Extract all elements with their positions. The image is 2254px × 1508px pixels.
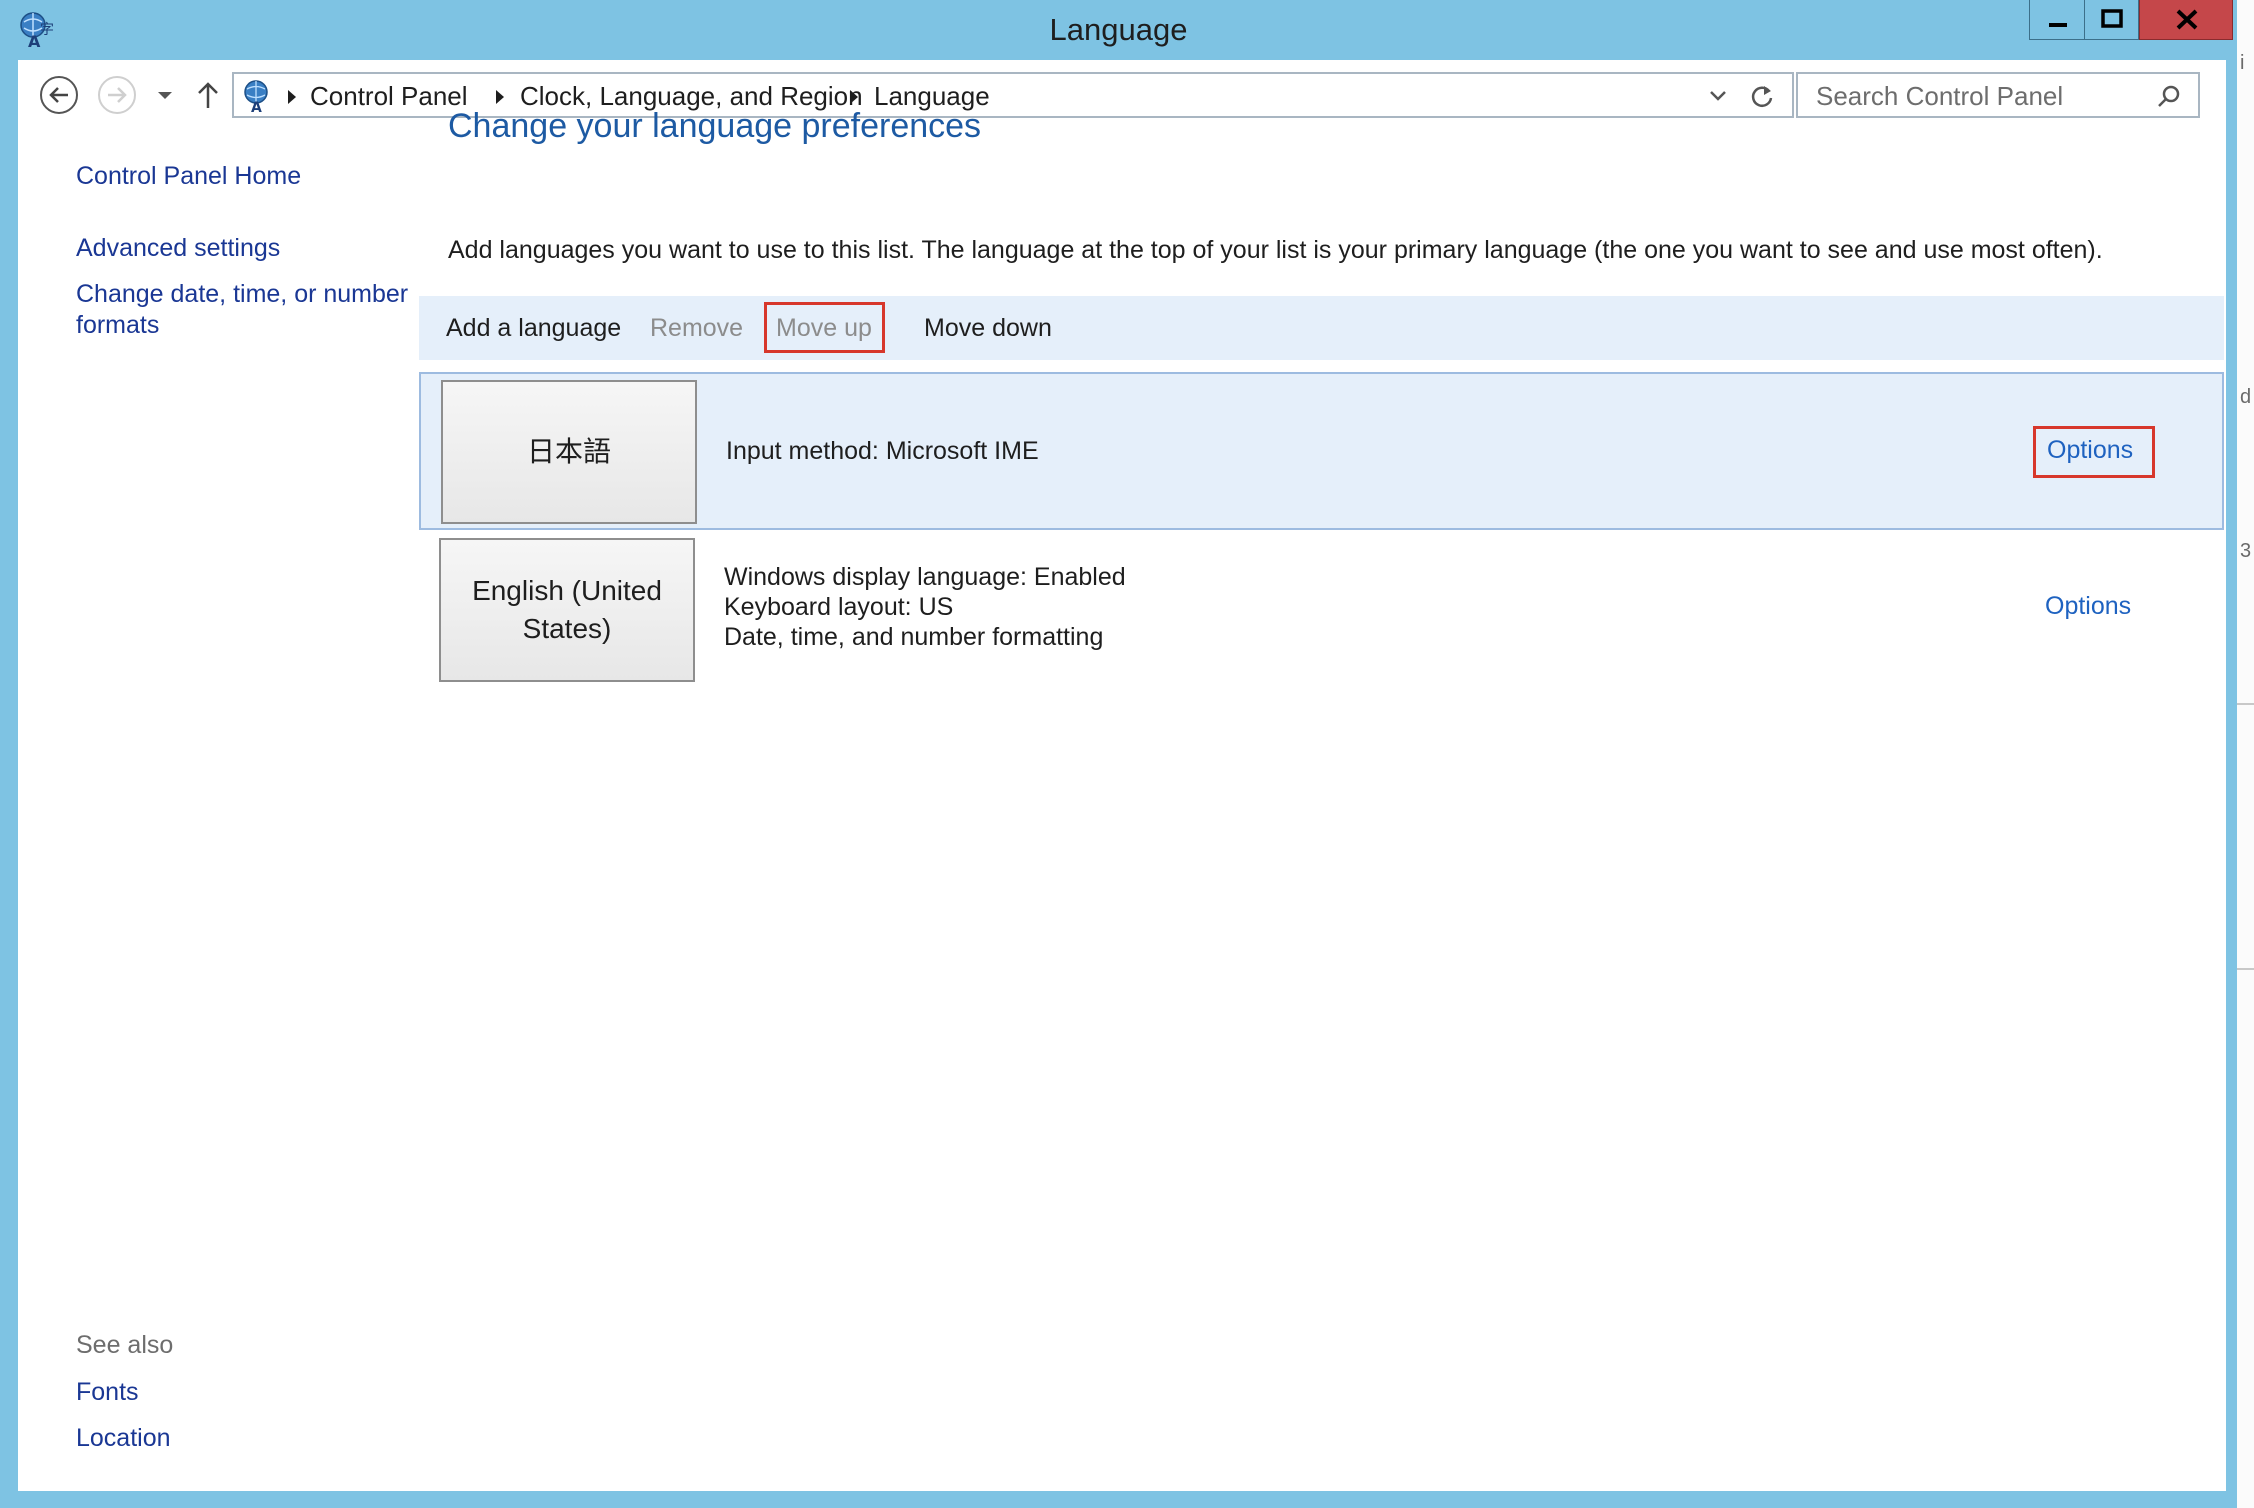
- location-link[interactable]: Location: [76, 1423, 171, 1454]
- maximize-button[interactable]: [2085, 0, 2139, 40]
- minimize-icon: [2049, 23, 2067, 27]
- recent-locations-dropdown[interactable]: [152, 74, 178, 116]
- control-panel-home-link[interactable]: Control Panel Home: [76, 161, 301, 192]
- background-window-edge: i d 3: [2237, 0, 2254, 1508]
- language-toolbar: Add a language Remove Move up Move down: [419, 296, 2224, 360]
- breadcrumb-control-panel[interactable]: Control Panel: [310, 81, 468, 112]
- language-details-english: Windows display language: Enabled Keyboa…: [724, 562, 1126, 652]
- move-up-highlight: [764, 302, 885, 353]
- change-date-time-number-formats-link[interactable]: Change date, time, or number formats: [76, 279, 416, 341]
- language-row-japanese[interactable]: 日本語 Input method: Microsoft IME Options: [419, 372, 2224, 530]
- language-row-english[interactable]: English (United States) Windows display …: [419, 532, 2224, 688]
- advanced-settings-link[interactable]: Advanced settings: [76, 233, 280, 264]
- window-content: A Control Panel Clock, Language, and Reg…: [18, 60, 2226, 1491]
- back-button[interactable]: [38, 74, 80, 116]
- chevron-down-icon: [158, 92, 172, 99]
- breadcrumb-separator-icon[interactable]: [496, 90, 504, 104]
- move-down-button[interactable]: Move down: [924, 314, 1052, 343]
- up-arrow-icon: [198, 82, 218, 108]
- address-history-chevron-icon[interactable]: [1706, 85, 1730, 107]
- window-frame-bottom: [0, 1491, 2237, 1508]
- forward-arrow-icon: [98, 76, 136, 114]
- close-icon: [2176, 9, 2198, 30]
- options-highlight: [2033, 426, 2155, 478]
- breadcrumb-separator-icon[interactable]: [288, 90, 296, 104]
- maximize-icon: [2101, 9, 2123, 28]
- intro-text: Add languages you want to use to this li…: [448, 236, 2103, 264]
- window-title: Language: [1049, 12, 1188, 47]
- keyboard-layout-text: Keyboard layout: US: [724, 593, 954, 621]
- options-link-english[interactable]: Options: [2045, 592, 2131, 621]
- see-also-heading: See also: [76, 1331, 174, 1359]
- remove-button[interactable]: Remove: [650, 314, 743, 343]
- breadcrumb-separator-icon[interactable]: [850, 90, 858, 104]
- refresh-icon[interactable]: [1748, 82, 1776, 110]
- add-language-button[interactable]: Add a language: [446, 314, 621, 343]
- back-arrow-icon: [40, 76, 78, 114]
- search-box[interactable]: Search Control Panel: [1796, 72, 2200, 118]
- formatting-text: Date, time, and number formatting: [724, 623, 1104, 651]
- minimize-button[interactable]: [2029, 0, 2085, 40]
- close-button[interactable]: [2139, 0, 2233, 40]
- up-button[interactable]: [190, 74, 226, 116]
- page-title: Change your language preferences: [448, 107, 982, 145]
- display-language-text: Windows display language: Enabled: [724, 563, 1126, 591]
- language-tile-english[interactable]: English (United States): [439, 538, 695, 682]
- fonts-link[interactable]: Fonts: [76, 1377, 139, 1408]
- forward-button[interactable]: [96, 74, 138, 116]
- svg-text:A: A: [251, 100, 262, 114]
- language-details-japanese: Input method: Microsoft IME: [726, 436, 1039, 466]
- control-panel-icon: A: [244, 80, 268, 114]
- language-tile-japanese[interactable]: 日本語: [441, 380, 697, 524]
- input-method-text: Input method: Microsoft IME: [726, 437, 1039, 465]
- search-input[interactable]: Search Control Panel: [1816, 81, 2063, 112]
- language-window: A 字 Language A Control Panel Clock, Lang…: [0, 0, 2237, 1508]
- title-bar[interactable]: A 字 Language: [0, 0, 2237, 60]
- search-icon[interactable]: [2154, 82, 2184, 112]
